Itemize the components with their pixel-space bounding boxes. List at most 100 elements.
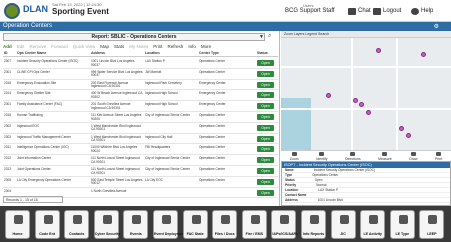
nav-item-le-activity[interactable]: LE Activity [360,210,386,239]
table-cell-id: 2305 [4,177,12,182]
column-header[interactable]: Address [91,51,105,55]
remove-button[interactable]: Remove [30,44,47,49]
table-row[interactable]: 2305 LA City Emergency Operations Center 5… [3,177,278,188]
nav-item-event-deployment[interactable]: Event Deployment [153,210,185,239]
map-tool-identify[interactable]: Identify [316,151,328,161]
nav-item-le-type[interactable]: LE Type [389,210,415,239]
nav-item-events[interactable]: Events [123,210,149,239]
print-button[interactable]: Print [153,44,162,49]
table-row[interactable]: 2301 Family Assistance Center (FAC) 201 So… [3,101,278,112]
road [281,66,451,68]
nav-item-files-docs[interactable]: Files / Docs [212,210,238,239]
nav-item-home[interactable]: Home [5,210,30,239]
table-cell-location: City of Inglewood Senior Center [145,112,191,117]
map-marker[interactable] [366,110,371,115]
map-canvas[interactable] [281,38,451,150]
table-row[interactable]: 2316 Emergency Evacuation Site 200 East Fl… [3,80,278,91]
quick-view-button[interactable]: Quick View [73,44,95,49]
report-selector[interactable]: Report: SBLIC - Operations Centers [3,33,265,41]
status-badge[interactable]: Open [257,146,274,153]
status-badge[interactable]: Open [257,81,274,88]
map-tool-print[interactable]: Print [435,151,442,161]
table-cell-id: 2314 [4,91,12,96]
status-badge[interactable]: Open [257,103,274,110]
forward-button[interactable]: Forward [51,44,68,49]
table-row[interactable]: 2307 Incident Security Operations Center … [3,58,278,69]
status-badge[interactable]: Open [257,60,274,66]
map-tool-zoom[interactable]: Zoom [290,151,299,161]
status-badge[interactable]: Open [257,178,274,185]
nav-item-iaps-ics-aars[interactable]: IAPs/ICS/AARs [271,210,298,239]
status-badge[interactable]: Open [257,70,274,77]
map-pane: Zoom Layers Legend Search Zoom Identify Di… [281,31,451,206]
map-tool-measure[interactable]: Measure [378,151,392,161]
table-cell-name: Emergency Evacuation Site [17,80,57,85]
nav-item-contacts[interactable]: Contacts [64,210,90,239]
edit-button[interactable]: Edit [17,44,25,49]
status-badge[interactable]: Open [257,135,274,142]
nav-item-leep[interactable]: LEEP [419,210,445,239]
table-cell-location: Inglewood Park Cemetery [145,80,182,85]
popup-field-value: 1001 Lincoln Blvd [317,198,343,202]
table-cell-type: Emergency Center [199,102,226,107]
map-marker[interactable] [376,48,381,53]
nav-item-cyber-security[interactable]: Cyber Security [93,210,120,239]
gear-icon[interactable]: ⚙ [434,23,439,30]
table-row[interactable]: 2315 Human Trafficking 111 Kirk Avenue Str… [3,112,278,123]
help-button[interactable]: Help [411,6,433,16]
status-badge[interactable]: Open [257,167,274,174]
column-header[interactable]: Center Type [199,51,219,55]
column-header[interactable]: Status [257,51,268,55]
search-icon[interactable]: ⌕ [268,33,271,40]
nav-item-code-ent[interactable]: Code Ent [34,210,60,239]
user-name[interactable]: BCG Support Staff [285,8,335,14]
status-badge[interactable]: Open [257,124,274,131]
info-button[interactable]: Info [188,44,196,49]
logout-button[interactable]: Logout [373,6,401,16]
column-header[interactable]: Location [145,51,160,55]
nav-item-jic[interactable]: JIC [330,210,356,239]
fire-ems-icon [250,215,260,224]
map-marker[interactable] [326,93,331,98]
column-header[interactable]: ID [4,51,8,55]
add-button[interactable]: Add [3,44,12,49]
table-cell-name: Joint Operations Center [17,166,51,171]
chevron-down-icon[interactable]: ▼ [259,34,264,40]
nav-item-info-reports[interactable]: Info Reports [301,210,326,239]
table-cell-name: Inglewood EOC [17,123,40,128]
map-tool-draw[interactable]: Draw [409,151,418,161]
more-button[interactable]: More [201,44,211,49]
le-type-icon [398,215,408,224]
status-badge[interactable]: Open [257,113,274,120]
map-tool-directions[interactable]: Directions [345,151,361,161]
popup-field-value: Open [314,178,323,182]
table-cell-address: 111 North Locust Street Inglewood CA 903… [91,156,140,164]
map-marker[interactable] [406,133,411,138]
nav-item-label: JIC [340,232,346,236]
status-badge[interactable]: Open [257,189,274,196]
map-button[interactable]: Map [100,44,109,49]
my-notes-button[interactable]: My Notes [129,44,148,49]
nav-item-fac-state[interactable]: FAC State [182,210,208,239]
status-badge[interactable]: Open [257,92,274,99]
column-header[interactable]: Ops Center Name [17,51,46,55]
status-badge[interactable]: Open [257,157,274,164]
chat-button[interactable]: Chat [348,6,371,16]
table-body: 2307 Incident Security Operations Center … [3,58,278,199]
stats-button[interactable]: Stats [114,44,124,49]
table-row[interactable]: 2314 Emergency Shelter Site 400 W Beach Av… [3,90,278,102]
map-marker[interactable] [359,102,364,107]
table-row[interactable]: 2303 Inglewood Traffic Management Center 1… [3,134,278,145]
map-marker[interactable] [353,98,358,103]
table-row[interactable]: 2302 Inglewood EOC 1 West Manchester Blvd … [3,123,278,134]
nav-item-fire-ems[interactable]: Fire / EMS [241,210,267,239]
table-row[interactable]: 2313 Joint Operations Center 111 North Loc… [3,166,278,177]
map-marker[interactable] [421,52,426,57]
map-marker[interactable] [399,126,404,131]
refresh-button[interactable]: Refresh [168,44,184,49]
table-row[interactable]: 2301 CLINE CPI Ops Center 999 Water Servic… [3,69,278,80]
pager: Records 1 - 15 of 15 [3,196,63,203]
table-row[interactable]: 2311 Intelligence Operations Center (IOC)… [3,144,278,156]
map-toolbar[interactable]: Zoom Layers Legend Search [281,31,451,38]
table-row[interactable]: 2312 Joint Information Center 111 North Lo… [3,155,278,166]
